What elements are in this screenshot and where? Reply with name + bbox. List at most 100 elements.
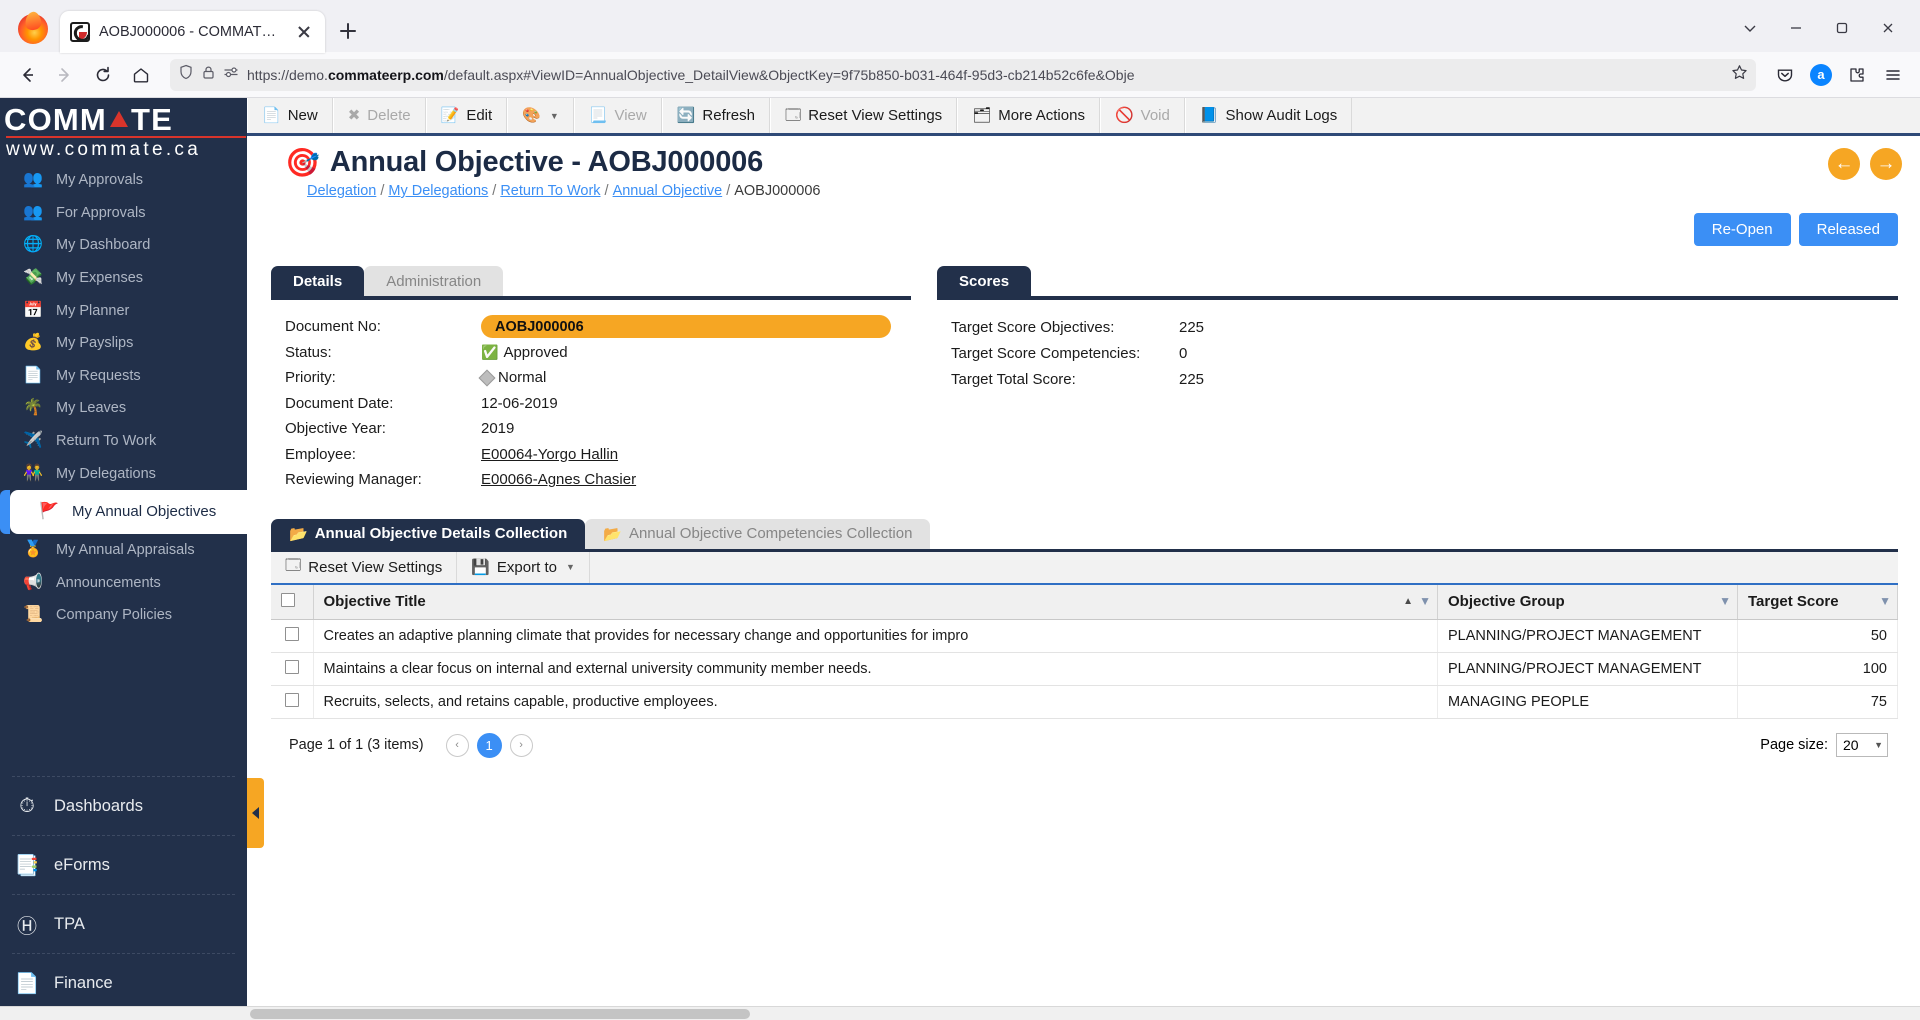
row-checkbox[interactable] <box>284 626 299 641</box>
toolbar-show-audit-logs-button[interactable]: 📘 Show Audit Logs <box>1184 98 1353 133</box>
scrollbar-thumb[interactable] <box>250 1009 750 1019</box>
maximize-button[interactable] <box>1820 12 1864 44</box>
table-row[interactable]: Maintains a clear focus on internal and … <box>271 652 1898 686</box>
row-select-cell[interactable] <box>271 619 314 653</box>
tab-details[interactable]: Details <box>271 266 365 296</box>
sidebar-section-finance[interactable]: 📄 Finance <box>0 960 247 1006</box>
reload-button[interactable] <box>86 58 120 92</box>
field-link[interactable]: E00064-Yorgo Hallin <box>481 446 618 463</box>
select-all-header[interactable] <box>271 584 314 620</box>
field-label: Priority: <box>285 369 336 387</box>
toolbar-new-button[interactable]: 📄 New <box>247 98 333 133</box>
field-row: Employee: E00064-Yorgo Hallin <box>285 442 911 468</box>
breadcrumb-link[interactable]: Annual Objective <box>613 183 723 199</box>
toolbar-edit-button[interactable]: 📝 Edit <box>425 98 508 133</box>
header-objective-title[interactable]: Objective Title ▲ ▼ <box>313 584 1438 620</box>
sidebar-section-eforms[interactable]: 📑 eForms <box>0 842 247 888</box>
sidebar-item-my-dashboard[interactable]: 🌐 My Dashboard <box>0 229 247 262</box>
sidebar-item-my-delegations[interactable]: 👫 My Delegations <box>0 457 247 490</box>
tab-administration[interactable]: Administration <box>364 266 504 296</box>
forward-button[interactable] <box>48 58 82 92</box>
new-tab-button[interactable] <box>331 14 365 48</box>
collection-tab-competencies[interactable]: 📂 Annual Objective Competencies Collectio… <box>585 518 931 549</box>
tracking-protection-icon[interactable] <box>223 65 240 85</box>
reopen-button[interactable]: Re-Open <box>1693 213 1791 246</box>
filter-icon[interactable]: ▼ <box>1419 594 1431 608</box>
void-icon: 🚫 <box>1114 107 1134 124</box>
header-target-score[interactable]: Target Score ▼ <box>1737 584 1898 620</box>
bookmark-star-icon[interactable] <box>1731 64 1748 86</box>
brand-logo[interactable]: COMM TE www.commate.ca <box>0 98 247 164</box>
announcements-icon: 📢 <box>23 573 43 591</box>
field-link[interactable]: E00066-Agnes Chasier <box>481 471 636 488</box>
select-all-checkbox[interactable] <box>281 592 295 607</box>
browser-tab[interactable]: AOBJ000006 - COMMATE ERP <box>60 11 325 53</box>
tab-scores[interactable]: Scores <box>937 266 1032 296</box>
sidebar-item-my-annual-objectives[interactable]: 🚩 My Annual Objectives <box>0 489 247 534</box>
previous-record-button[interactable]: ← <box>1828 148 1860 180</box>
horizontal-scrollbar[interactable] <box>0 1006 1920 1020</box>
next-record-button[interactable]: → <box>1870 148 1902 180</box>
toolbar-reset-view-settings-button[interactable]: 🗔 Reset View Settings <box>769 98 958 133</box>
chevron-down-icon[interactable]: ▼ <box>550 111 559 121</box>
row-checkbox[interactable] <box>284 692 299 707</box>
sidebar-item-my-requests[interactable]: 📄 My Requests <box>0 360 247 393</box>
chevron-down-icon[interactable]: ▼ <box>566 562 575 572</box>
toolbar-refresh-button[interactable]: 🔄 Refresh <box>661 98 770 133</box>
hamburger-menu-icon[interactable] <box>1876 58 1910 92</box>
sidebar-section-dashboards[interactable]: ⏱ Dashboards <box>0 783 247 829</box>
header-objective-group[interactable]: Objective Group ▼ <box>1437 584 1738 620</box>
sidebar-item-my-payslips[interactable]: 💰 My Payslips <box>0 327 247 360</box>
details-panel: Details Administration Document No: AOBJ0… <box>271 266 911 493</box>
minimize-button[interactable] <box>1774 12 1818 44</box>
field-label: Employee: <box>285 445 356 463</box>
view-icon: 📃 <box>588 107 608 124</box>
row-checkbox[interactable] <box>284 659 299 674</box>
extensions-icon[interactable] <box>1840 58 1874 92</box>
collection-tab-details[interactable]: 📂 Annual Objective Details Collection <box>271 518 586 549</box>
browser-right-icons: a <box>1768 58 1910 92</box>
table-row[interactable]: Recruits, selects, and retains capable, … <box>271 685 1898 719</box>
filter-icon[interactable]: ▼ <box>1719 594 1731 608</box>
record-navigation: ← → <box>1828 148 1902 180</box>
toolbar-highlight-color-icon-button[interactable]: 🎨 ▼ <box>507 98 574 133</box>
sidebar-item-return-to-work[interactable]: ✈️ Return To Work <box>0 425 247 458</box>
grid-export-to-button[interactable]: 💾 Export to ▼ <box>457 551 590 583</box>
row-select-cell[interactable] <box>271 652 314 686</box>
pager-next-button[interactable]: › <box>509 733 533 757</box>
released-button[interactable]: Released <box>1798 213 1898 246</box>
pager-page-1[interactable]: 1 <box>476 732 502 758</box>
sidebar-collapse-toggle[interactable] <box>247 778 264 848</box>
sidebar-item-my-leaves[interactable]: 🌴 My Leaves <box>0 392 247 425</box>
filter-icon[interactable]: ▼ <box>1879 594 1891 608</box>
sidebar-item-my-approvals[interactable]: 👥 My Approvals <box>0 164 247 197</box>
save-to-pocket-icon[interactable] <box>1768 58 1802 92</box>
pager-previous-button[interactable]: ‹ <box>445 733 469 757</box>
sidebar-item-company-policies[interactable]: 📜 Company Policies <box>0 599 247 632</box>
sidebar-section-tpa[interactable]: Ⓗ TPA <box>0 901 247 947</box>
toolbar-more-actions-button[interactable]: 🗂 More Actions <box>957 98 1100 133</box>
delete-icon: ✖ <box>347 107 361 124</box>
url-bar[interactable]: https://demo.commateerp.com/default.aspx… <box>170 58 1756 91</box>
sidebar-item-for-approvals[interactable]: 👥 For Approvals <box>0 197 247 230</box>
close-icon[interactable] <box>293 21 315 43</box>
back-button[interactable] <box>10 58 44 92</box>
table-row[interactable]: Creates an adaptive planning climate tha… <box>271 619 1898 653</box>
dashboards-icon: ⏱ <box>19 794 35 817</box>
pager-summary: Page 1 of 1 (3 items) <box>289 737 424 753</box>
account-avatar[interactable]: a <box>1804 58 1838 92</box>
breadcrumb-link[interactable]: Return To Work <box>500 183 600 199</box>
page-size-select[interactable]: 20 ▼ <box>1836 733 1888 757</box>
grid-toolbar: 🗔 Reset View Settings 💾 Export to ▼ <box>271 548 1898 585</box>
list-all-tabs-button[interactable] <box>1728 12 1772 44</box>
grid-reset-view-settings-button[interactable]: 🗔 Reset View Settings <box>271 551 458 583</box>
sidebar-item-my-planner[interactable]: 📅 My Planner <box>0 294 247 327</box>
breadcrumb-link[interactable]: Delegation <box>307 183 376 199</box>
row-select-cell[interactable] <box>271 685 314 719</box>
sidebar-item-my-expenses[interactable]: 💸 My Expenses <box>0 262 247 295</box>
breadcrumb-link[interactable]: My Delegations <box>388 183 488 199</box>
sidebar-item-announcements[interactable]: 📢 Announcements <box>0 566 247 599</box>
close-window-button[interactable] <box>1866 12 1910 44</box>
home-button[interactable] <box>124 58 158 92</box>
sidebar-item-my-annual-appraisals[interactable]: 🏅 My Annual Appraisals <box>0 534 247 567</box>
